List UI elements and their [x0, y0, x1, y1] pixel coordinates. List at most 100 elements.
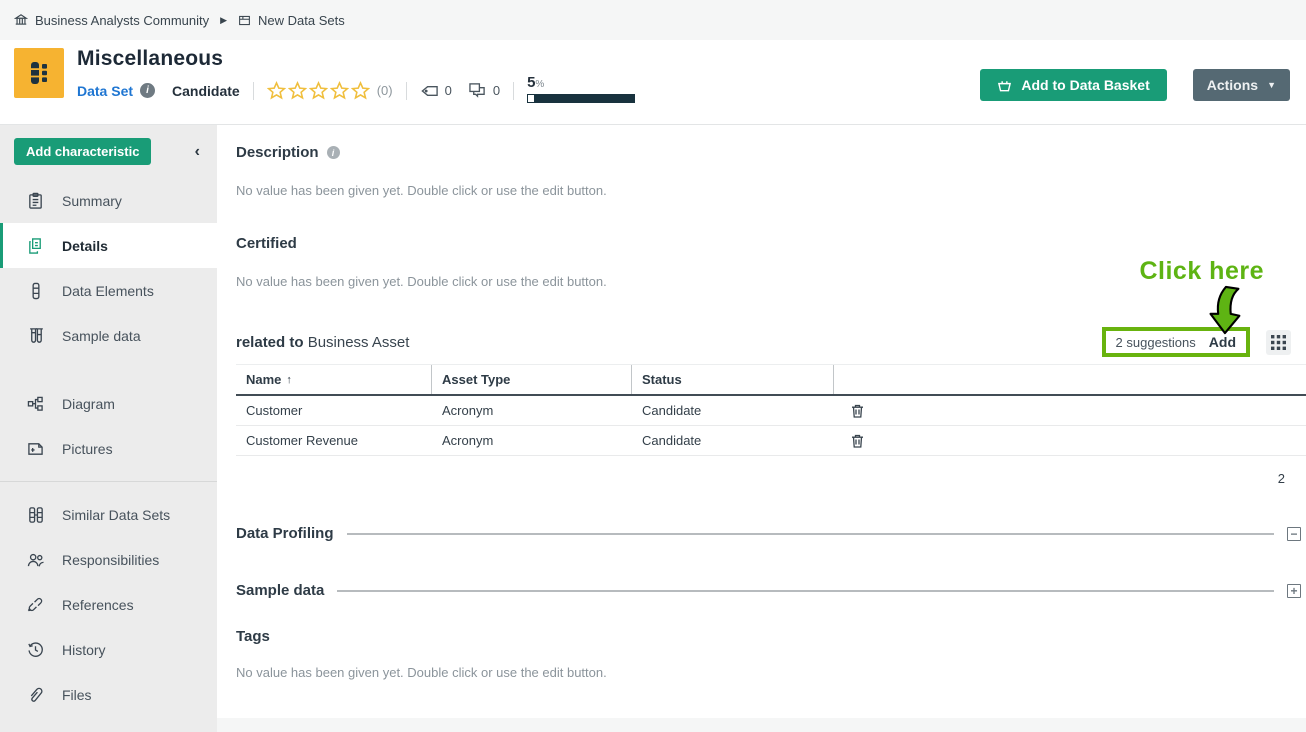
completeness-progress: 5%	[527, 76, 635, 103]
rating-count: (0)	[377, 83, 393, 98]
star-icon[interactable]	[351, 81, 370, 100]
breadcrumb-community[interactable]: Business Analysts Community	[35, 13, 209, 28]
sidebar-item-files[interactable]: Files	[0, 672, 217, 717]
sort-asc-icon: ↑	[286, 374, 292, 386]
table-settings-button[interactable]	[1266, 330, 1291, 355]
relation-title-bold: related to	[236, 334, 304, 351]
sidebar-item-history[interactable]: History	[0, 627, 217, 672]
cell-name: Customer	[236, 403, 432, 418]
column-icon	[26, 282, 45, 300]
page-title: Miscellaneous	[77, 47, 635, 71]
cell-status: Candidate	[632, 433, 834, 448]
sidebar-item-references[interactable]: References	[0, 582, 217, 627]
clipboard-icon	[26, 192, 45, 210]
sidebar-item-label: Data Elements	[62, 283, 154, 299]
relation-title: related to Business Asset	[236, 334, 409, 351]
sidebar-item-sample-data[interactable]: Sample data	[0, 313, 217, 358]
relation-title-rest: Business Asset	[308, 334, 410, 351]
annotation-arrow-icon	[1204, 285, 1244, 340]
tag-icon	[420, 84, 439, 98]
paperclip-icon	[26, 686, 45, 704]
trash-icon	[851, 434, 864, 448]
column-header-name[interactable]: Name↑	[236, 365, 432, 394]
breadcrumb-separator-icon: ▶	[216, 15, 231, 26]
tags-section: Tags	[236, 628, 1306, 645]
cell-asset-type: Acronym	[432, 403, 632, 418]
star-icon[interactable]	[288, 81, 307, 100]
star-icon[interactable]	[330, 81, 349, 100]
picture-icon	[26, 441, 45, 457]
actions-label: Actions	[1207, 77, 1258, 93]
delete-relation-button[interactable]	[851, 404, 864, 418]
data-profiling-section: Data Profiling −	[236, 525, 1306, 542]
sidebar-item-similar-data-sets[interactable]: Similar Data Sets	[0, 492, 217, 537]
sample-data-title: Sample data	[236, 582, 324, 599]
delete-relation-button[interactable]	[851, 434, 864, 448]
expand-section-icon[interactable]: +	[1287, 584, 1301, 598]
relation-table-header: Name↑ Asset Type Status	[236, 365, 1306, 396]
suggestions-count-label: 2 suggestions	[1116, 335, 1196, 350]
actions-button[interactable]: Actions ▼	[1193, 69, 1290, 101]
comment-count: 0	[493, 83, 500, 98]
app-window: Business Analysts Community ▶ New Data S…	[0, 0, 1306, 732]
status-badge: Candidate	[172, 83, 240, 99]
tags-empty-text[interactable]: No value has been given yet. Double clic…	[236, 665, 1306, 680]
progress-bar	[527, 94, 635, 103]
star-icon[interactable]	[267, 81, 286, 100]
description-empty-text[interactable]: No value has been given yet. Double clic…	[236, 183, 1306, 198]
progress-fill	[528, 95, 534, 102]
similar-columns-icon	[26, 506, 45, 524]
sidebar-item-details[interactable]: Details	[0, 223, 217, 268]
rating-stars[interactable]	[267, 81, 370, 100]
asset-type-link[interactable]: Data Set	[77, 83, 133, 99]
sidebar-item-data-elements[interactable]: Data Elements	[0, 268, 217, 313]
basket-icon	[997, 78, 1012, 93]
data-profiling-title: Data Profiling	[236, 525, 334, 542]
column-header-asset-type[interactable]: Asset Type	[432, 365, 632, 394]
type-info-icon[interactable]: i	[140, 83, 155, 98]
star-icon[interactable]	[309, 81, 328, 100]
breadcrumb: Business Analysts Community ▶ New Data S…	[0, 0, 1306, 40]
progress-unit: %	[535, 79, 544, 90]
comment-counter[interactable]: 0	[468, 82, 500, 99]
description-info-icon[interactable]: i	[327, 146, 340, 159]
add-to-data-basket-button[interactable]: Add to Data Basket	[980, 69, 1166, 101]
cell-name: Customer Revenue	[236, 433, 432, 448]
sidebar-item-label: Similar Data Sets	[62, 507, 170, 523]
tag-counter[interactable]: 0	[420, 83, 452, 98]
breadcrumb-page[interactable]: New Data Sets	[258, 13, 345, 28]
community-icon	[14, 13, 28, 27]
sidebar-item-label: Files	[62, 687, 92, 703]
sidebar-item-summary[interactable]: Summary	[0, 178, 217, 223]
relation-count: 2	[236, 471, 1306, 486]
table-row[interactable]: Customer Acronym Candidate	[236, 396, 1306, 426]
sample-data-section: Sample data +	[236, 582, 1306, 599]
table-row[interactable]: Customer Revenue Acronym Candidate	[236, 426, 1306, 456]
trash-icon	[851, 404, 864, 418]
sidebar-item-responsibilities[interactable]: Responsibilities	[0, 537, 217, 582]
sidebar-divider	[0, 481, 217, 482]
diagram-network-icon	[26, 396, 45, 412]
comments-icon	[468, 82, 487, 99]
click-here-annotation: Click here	[1139, 257, 1264, 286]
dataset-tile-icon	[14, 48, 64, 98]
section-rule	[337, 590, 1274, 592]
test-tubes-icon	[26, 327, 45, 345]
collapse-section-icon[interactable]: −	[1287, 527, 1301, 541]
add-characteristic-button[interactable]: Add characteristic	[14, 138, 151, 165]
sidebar-item-label: History	[62, 642, 106, 658]
add-to-basket-label: Add to Data Basket	[1021, 77, 1149, 93]
domain-icon	[238, 14, 251, 27]
grid-icon	[1271, 335, 1286, 350]
certified-section: Certified	[236, 235, 1306, 252]
relation-table: Name↑ Asset Type Status Customer Acronym…	[236, 365, 1306, 456]
description-section: Description i	[236, 144, 1306, 161]
sidebar-nav: Summary Details	[0, 178, 217, 717]
sidebar-item-pictures[interactable]: Pictures	[0, 426, 217, 471]
relation-section-header: related to Business Asset 2 suggestions …	[236, 327, 1306, 365]
column-header-status[interactable]: Status	[632, 365, 834, 394]
sidebar-collapse-icon[interactable]: ‹	[186, 143, 209, 161]
sidebar-item-diagram[interactable]: Diagram	[0, 381, 217, 426]
description-title: Description	[236, 144, 319, 161]
sidebar-item-label: Sample data	[62, 328, 141, 344]
